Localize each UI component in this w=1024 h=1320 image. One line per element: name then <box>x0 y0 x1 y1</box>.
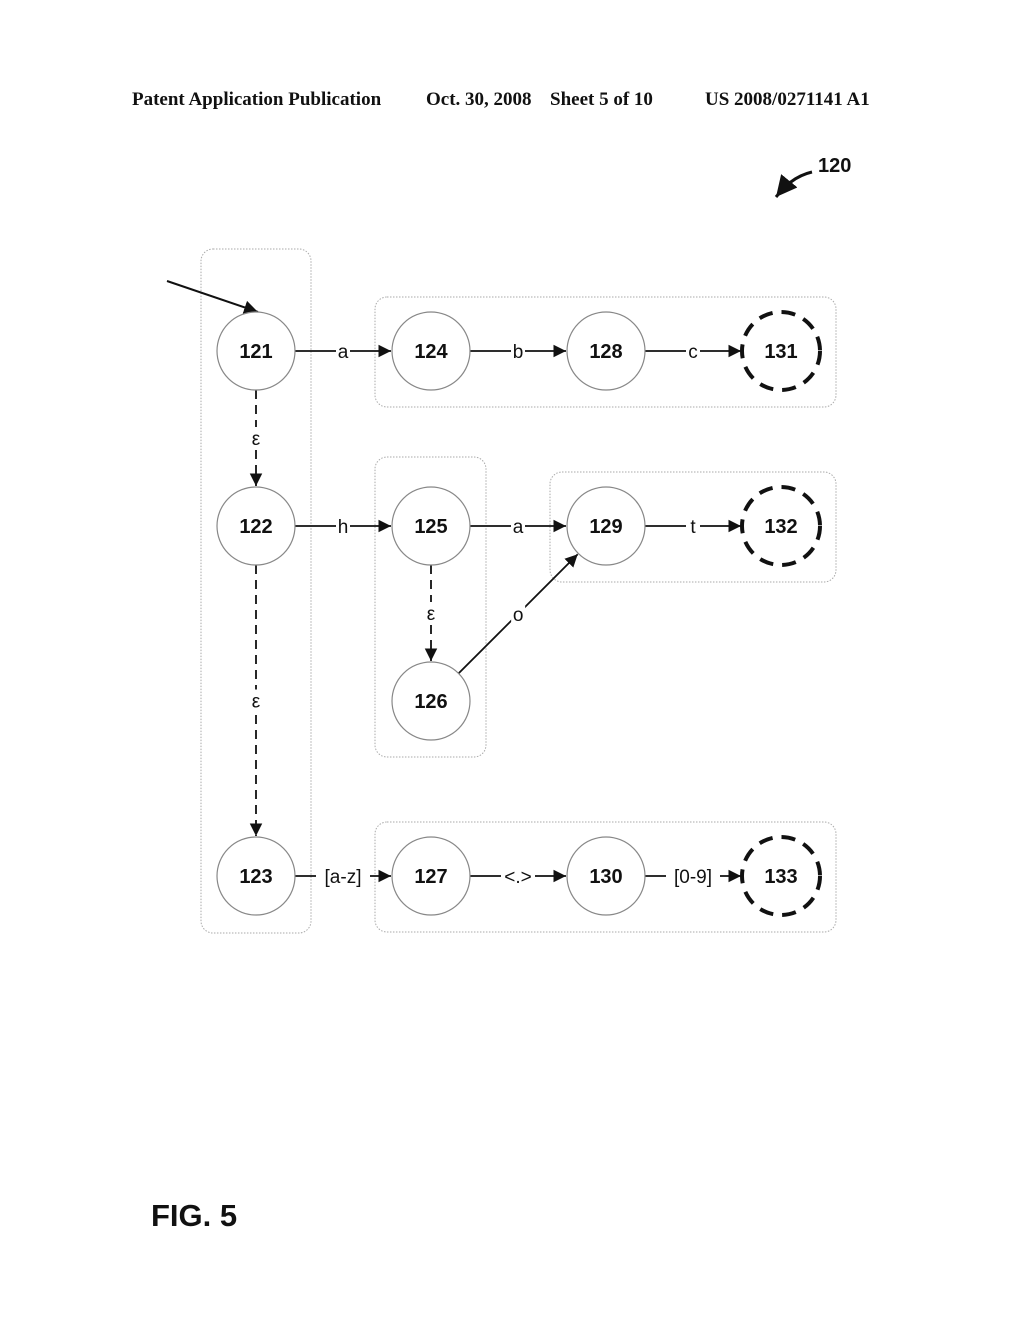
transition-121-124: a <box>295 340 391 363</box>
state-122: 122 <box>216 486 296 566</box>
state-label: 121 <box>239 341 272 363</box>
transition-127-130: <.> <box>470 865 566 888</box>
transition-label: a <box>338 342 349 363</box>
state-label: 122 <box>239 516 272 538</box>
figure-label: FIG. 5 <box>151 1198 238 1233</box>
state-123: 123 <box>216 836 296 916</box>
transition-123-127: [a-z] <box>295 865 391 888</box>
state-121: 121 <box>216 311 296 391</box>
state-label: 128 <box>589 341 622 363</box>
state-label: 123 <box>239 866 272 888</box>
transition-128-131: c <box>645 340 741 363</box>
transition-label: ε <box>427 604 436 625</box>
transition-129-132: t <box>645 515 741 538</box>
transition-label: a <box>513 517 524 538</box>
transition-124-128: b <box>470 340 566 363</box>
state-129: 129 <box>566 486 646 566</box>
transition-label: c <box>688 342 698 363</box>
state-label: 131 <box>764 341 797 363</box>
state-label: 133 <box>764 866 797 888</box>
state-label: 124 <box>414 341 448 363</box>
state-label: 126 <box>414 691 447 713</box>
transition-label: <.> <box>504 867 531 888</box>
state-126: 126 <box>391 661 471 741</box>
transition-label: h <box>338 517 349 538</box>
transition-125-129: a <box>470 515 566 538</box>
start-arrow <box>166 280 259 315</box>
state-132-accepting: 132 <box>740 485 822 567</box>
state-label: 125 <box>414 516 447 538</box>
state-127: 127 <box>391 836 471 916</box>
transition-125-126: ε <box>424 565 438 661</box>
transition-label: ε <box>252 692 261 713</box>
state-131-accepting: 131 <box>740 310 822 392</box>
transition-label: [0-9] <box>674 867 712 888</box>
state-125: 125 <box>391 486 471 566</box>
transition-126-129: o <box>457 553 579 675</box>
state-label: 127 <box>414 866 447 888</box>
state-label: 132 <box>764 516 797 538</box>
state-133-accepting: 133 <box>740 835 822 917</box>
transition-label: t <box>690 517 696 538</box>
state-128: 128 <box>566 311 646 391</box>
reference-arrow <box>774 170 813 198</box>
transition-121-122: ε <box>249 390 263 486</box>
transition-label: ε <box>252 429 261 450</box>
transition-122-123: ε <box>249 565 263 836</box>
transition-130-133: [0-9] <box>645 865 741 888</box>
transition-label: o <box>513 605 524 626</box>
state-124: 124 <box>391 311 471 391</box>
state-label: 130 <box>589 866 622 888</box>
state-label: 129 <box>589 516 622 538</box>
state-130: 130 <box>566 836 646 916</box>
state-diagram: 120 a b c ε h a t ε o ε [a-z] <.> [0-9] 121 122 123 124… <box>166 155 851 934</box>
transition-label: [a-z] <box>325 867 362 888</box>
transition-label: b <box>513 342 524 363</box>
transition-122-125: h <box>295 515 391 538</box>
reference-numeral: 120 <box>818 155 851 177</box>
